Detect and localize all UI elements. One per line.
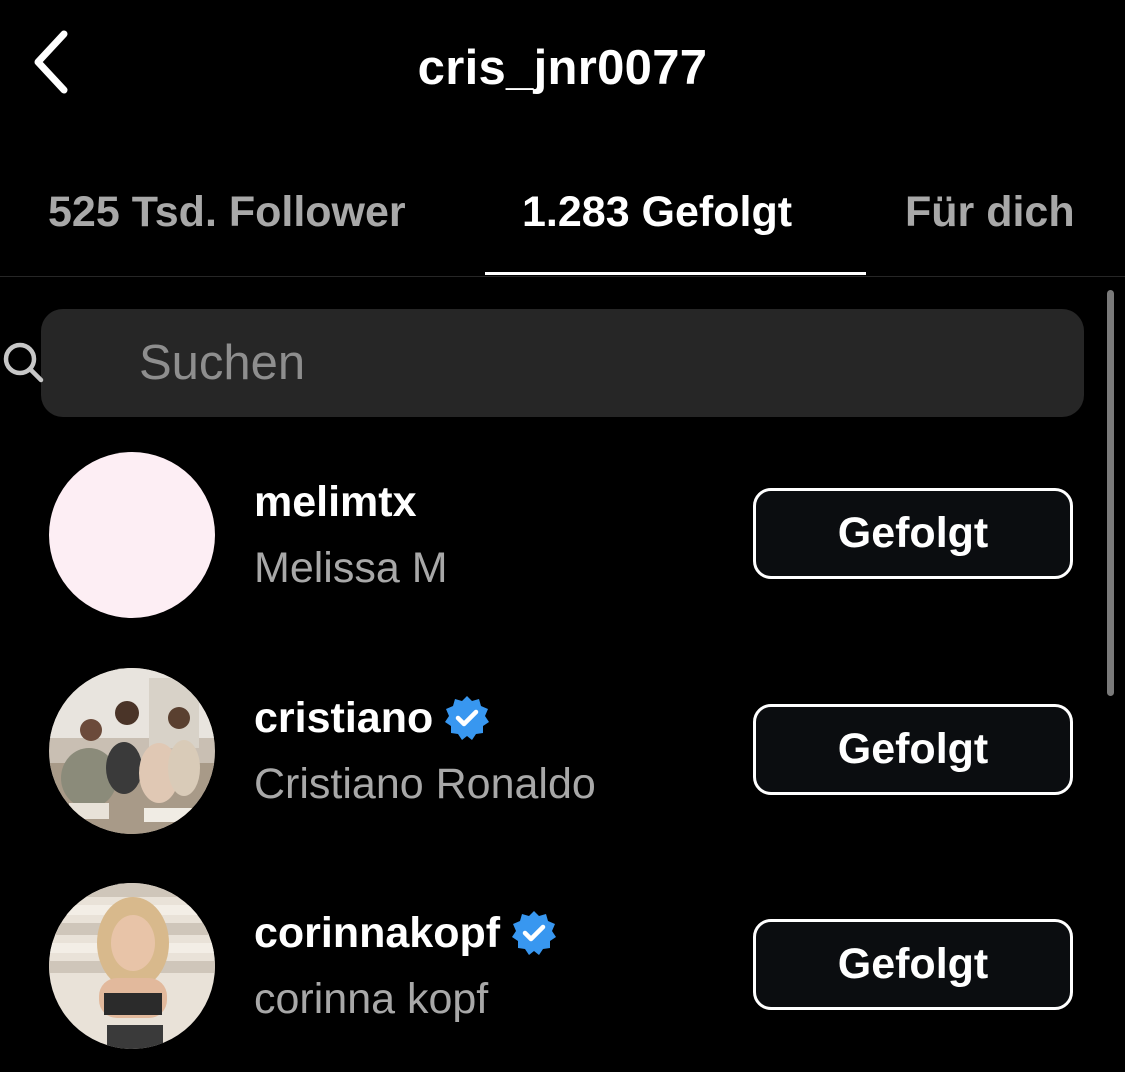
tab-followers[interactable]: 525 Tsd. Follower (48, 184, 406, 240)
active-tab-indicator (485, 272, 866, 275)
full-name: Melissa M (254, 544, 448, 592)
verified-badge-icon (443, 694, 491, 742)
search-input[interactable] (139, 333, 1039, 393)
following-button[interactable]: Gefolgt (753, 919, 1073, 1010)
avatar[interactable] (49, 452, 215, 618)
avatar[interactable] (49, 883, 215, 1049)
list-item[interactable]: cristiano Cristiano Ronaldo Gefolgt (0, 668, 1100, 838)
full-name: Cristiano Ronaldo (254, 760, 596, 808)
verified-badge-icon (510, 909, 558, 957)
list-item[interactable]: melimtx Melissa M Gefolgt (0, 452, 1100, 622)
username[interactable]: corinnakopf (254, 905, 500, 961)
search-icon (1, 340, 47, 386)
tab-for-you[interactable]: Für dich (905, 184, 1075, 240)
following-button[interactable]: Gefolgt (753, 704, 1073, 795)
scrollbar[interactable] (1107, 290, 1114, 696)
tab-bar: 525 Tsd. Follower 1.283 Gefolgt Für dich (0, 172, 1125, 277)
following-button[interactable]: Gefolgt (753, 488, 1073, 579)
top-bar: cris_jnr0077 (0, 0, 1125, 130)
username[interactable]: cristiano (254, 690, 433, 746)
avatar[interactable] (49, 668, 215, 834)
full-name: corinna kopf (254, 975, 489, 1023)
tab-following[interactable]: 1.283 Gefolgt (522, 184, 792, 240)
username[interactable]: melimtx (254, 474, 417, 530)
search-bar[interactable] (3, 309, 1084, 417)
page-title: cris_jnr0077 (417, 41, 708, 95)
list-item[interactable]: corinnakopf corinna kopf Gefolgt (0, 883, 1100, 1053)
